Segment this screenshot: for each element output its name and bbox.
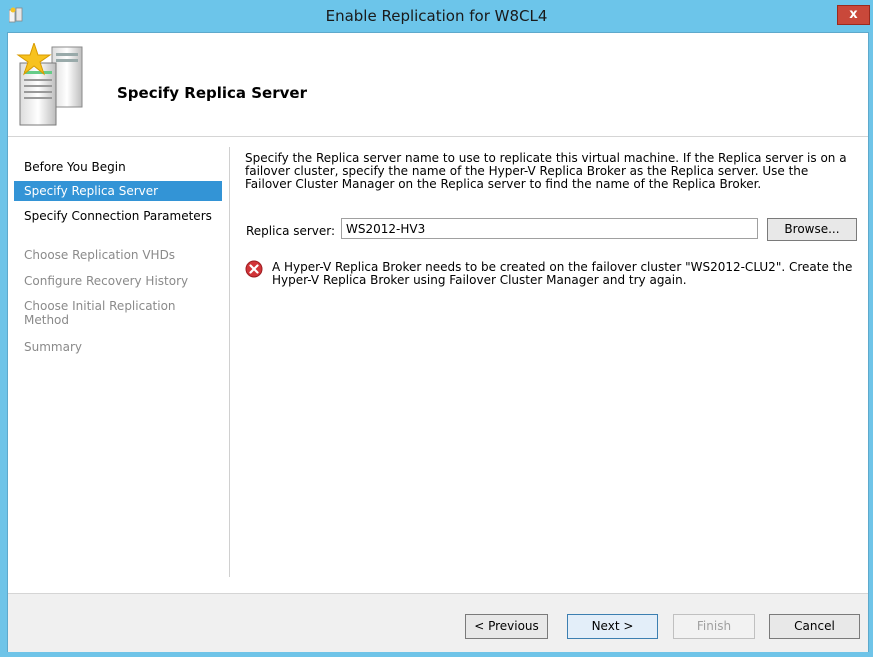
finish-button: Finish — [673, 614, 755, 639]
step-specify-connection-parameters[interactable]: Specify Connection Parameters — [14, 206, 222, 226]
wizard-header: Specify Replica Server — [8, 33, 868, 137]
step-before-you-begin[interactable]: Before You Begin — [14, 157, 222, 177]
replica-server-label: Replica server: — [246, 224, 336, 238]
cancel-button[interactable]: Cancel — [769, 614, 860, 639]
step-summary: Summary — [24, 340, 82, 354]
replica-server-icon — [16, 43, 83, 126]
error-message: A Hyper-V Replica Broker needs to be cre… — [272, 260, 853, 287]
content-pane: Specify the Replica server name to use t… — [245, 151, 860, 287]
browse-button[interactable]: Browse... — [767, 218, 857, 241]
error-icon — [245, 260, 263, 278]
step-choose-initial-replication-method: Choose Initial Replication Method — [24, 299, 176, 327]
title-bar[interactable]: Enable Replication for W8CL4 x — [0, 0, 873, 32]
nav-divider — [229, 147, 230, 577]
wizard-steps: Before You Begin Specify Replica Server … — [8, 137, 230, 593]
close-button[interactable]: x — [837, 5, 870, 25]
window-title: Enable Replication for W8CL4 — [325, 7, 548, 25]
step-choose-replication-vhds: Choose Replication VHDs — [24, 248, 176, 262]
next-button[interactable]: Next > — [567, 614, 658, 639]
instructions-text: Specify the Replica server name to use t… — [245, 151, 847, 191]
page-title: Specify Replica Server — [117, 84, 307, 102]
step-configure-recovery-history: Configure Recovery History — [24, 274, 189, 288]
wizard-window: Specify Replica Server Before You Begin … — [7, 32, 869, 652]
previous-button[interactable]: < Previous — [465, 614, 548, 639]
wizard-footer: < Previous Next > Finish Cancel — [8, 593, 868, 652]
replica-server-input[interactable] — [341, 218, 758, 239]
step-specify-replica-server[interactable]: Specify Replica Server — [14, 181, 222, 201]
